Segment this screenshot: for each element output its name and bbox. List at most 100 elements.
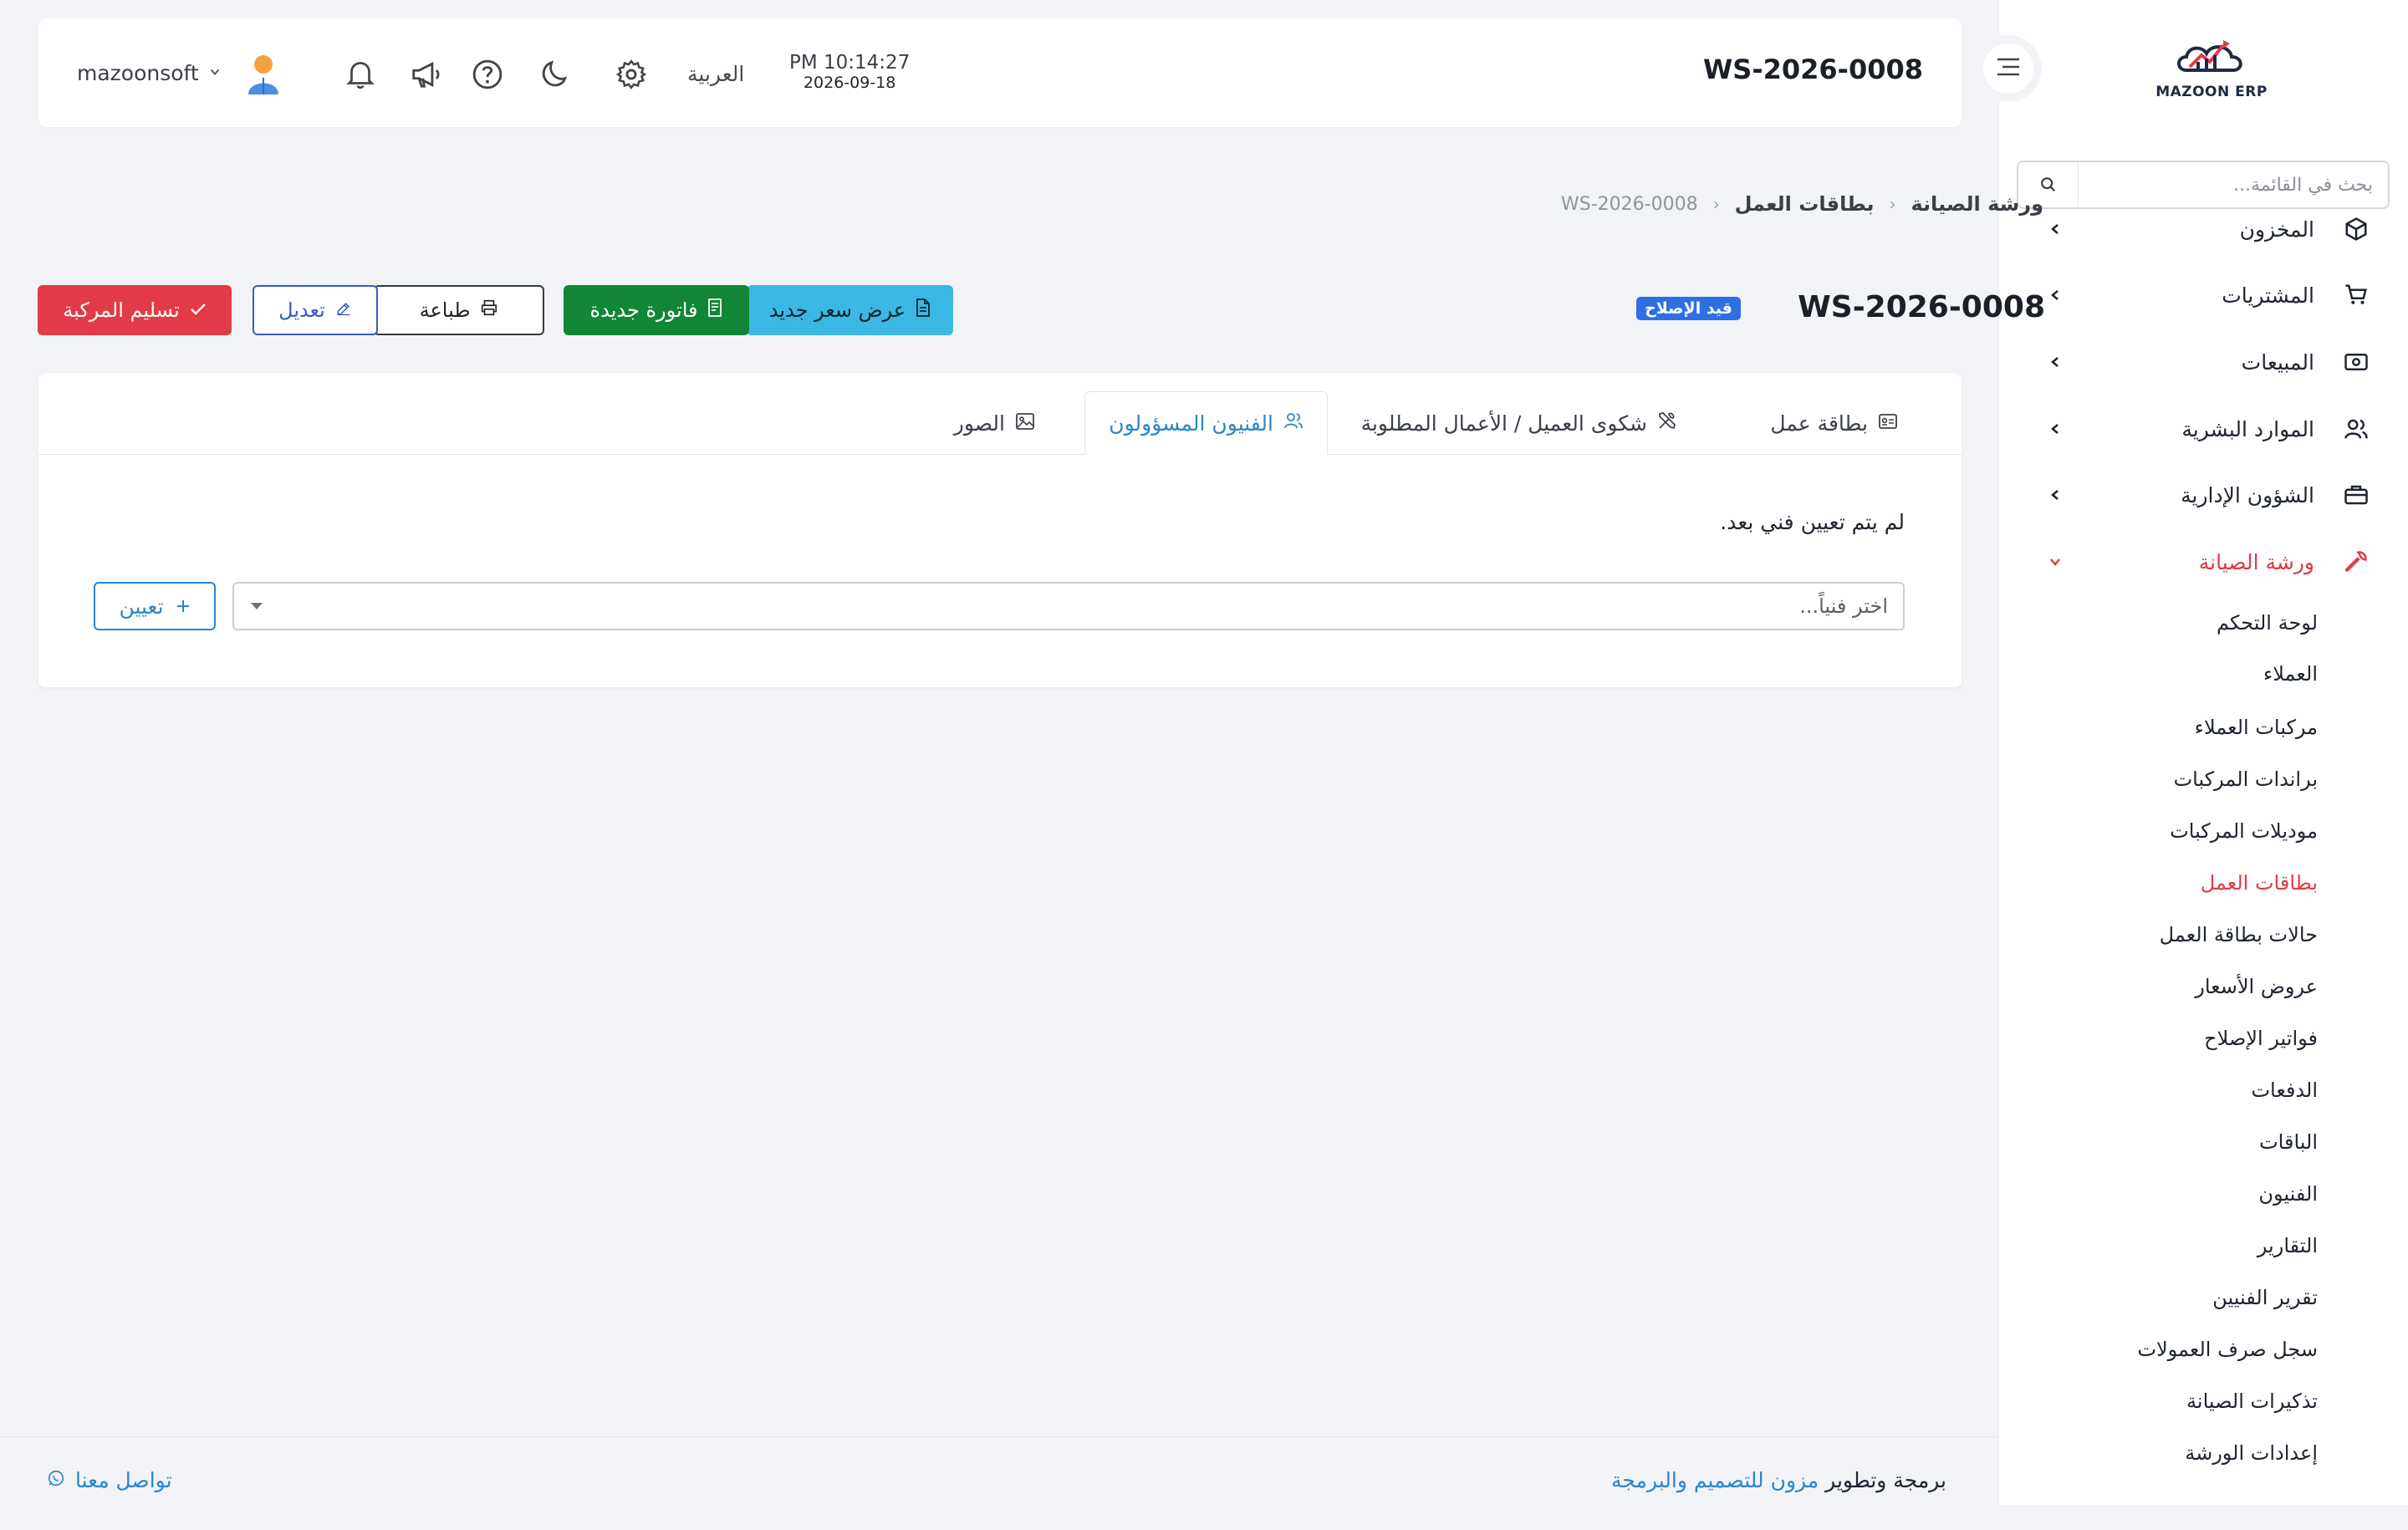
sidebar-item-sales[interactable]: المبيعات — [1998, 337, 2408, 387]
sidebar-item-purchases[interactable]: المشتريات — [1998, 270, 2408, 320]
sidebar-subitem-customer-vehicles[interactable]: مركبات العملاء — [2195, 711, 2318, 744]
sidebar-subitem-vehicle-brands[interactable]: براندات المركبات — [2174, 762, 2318, 796]
sidebar-subitem-vehicle-models[interactable]: موديلات المركبات — [2170, 814, 2318, 848]
footer-divider — [0, 1436, 1998, 1437]
users-icon — [2341, 414, 2371, 444]
document-icon — [916, 298, 931, 322]
sidebar-item-label: الموارد البشرية — [2181, 416, 2314, 441]
chevron-left-icon: ‹ — [1712, 194, 1720, 214]
sidebar-subitem-quotes[interactable]: عروض الأسعار — [2195, 970, 2318, 1003]
check-icon — [190, 298, 207, 322]
technician-select-placeholder: اختر فنياً... — [1799, 594, 1888, 618]
deliver-vehicle-label: تسليم المركبة — [63, 298, 180, 322]
sidebar-subitem-job-cards[interactable]: بطاقات العمل — [2201, 866, 2318, 900]
footer-credit: برمجة وتطوير مزون للتصميم والبرمجة — [1611, 1468, 1946, 1492]
chevron-left-icon — [2043, 217, 2067, 241]
tab-customer-complaint[interactable]: شكوى العميل / الأعمال المطلوبة — [1338, 391, 1701, 455]
edit-label: تعديل — [278, 298, 325, 322]
sidebar: MAZOON ERP المخزون المشتريات المبيعات — [1998, 0, 2408, 1505]
deliver-vehicle-button[interactable]: تسليم المركبة — [38, 285, 232, 335]
job-card-panel: بطاقة عمل شكوى العميل / الأعمال المطلوبة… — [38, 373, 1962, 687]
sidebar-item-hr[interactable]: الموارد البشرية — [1998, 404, 2408, 454]
user-menu[interactable]: mazoonsoft — [77, 55, 221, 90]
avatar[interactable] — [242, 52, 284, 97]
no-technician-message: لم يتم تعيين فني بعد. — [1720, 510, 1905, 534]
new-invoice-button[interactable]: فاتورة جديدة — [564, 285, 749, 335]
help-icon[interactable] — [468, 55, 507, 94]
chevron-left-icon — [2043, 483, 2067, 507]
footer-credit-prefix: برمجة وتطوير — [1825, 1468, 1946, 1492]
cart-icon — [2341, 280, 2371, 310]
technician-select[interactable]: اختر فنياً... — [232, 582, 1905, 630]
chevron-left-icon: ‹ — [1889, 194, 1896, 214]
chevron-down-icon — [209, 65, 221, 81]
edit-button[interactable]: تعديل — [253, 285, 378, 335]
sidebar-subitem-maintenance-reminders[interactable]: تذكيرات الصيانة — [2186, 1385, 2318, 1418]
clock-date: 2026-09-18 — [803, 74, 896, 92]
sidebar-subitem-commission-log[interactable]: سجل صرف العمولات — [2137, 1333, 2318, 1366]
tab-job-card[interactable]: بطاقة عمل — [1747, 391, 1921, 455]
sidebar-item-label: المبيعات — [2241, 349, 2314, 375]
chevron-left-icon — [2043, 417, 2067, 441]
sidebar-subitem-payments[interactable]: الدفعات — [2251, 1074, 2318, 1107]
sidebar-subitem-workshop-settings[interactable]: إعدادات الورشة — [2185, 1436, 2318, 1470]
tab-technicians[interactable]: الفنيون المسؤولون — [1084, 391, 1328, 455]
announcement-megaphone-icon[interactable] — [406, 55, 445, 94]
sidebar-subitem-customers[interactable]: العملاء — [2263, 657, 2318, 691]
tab-label: الفنيون المسؤولون — [1109, 411, 1273, 436]
clock-time: PM 10:14:27 — [789, 52, 911, 74]
assign-label: تعيين — [119, 594, 164, 619]
header-toolbar: mazoonsoft العربية PM 10:14:27 2026-09-1… — [38, 18, 958, 127]
print-button[interactable]: طباعة — [374, 285, 544, 335]
chevron-left-icon — [2043, 350, 2067, 374]
sidebar-toggle-button[interactable] — [1975, 35, 2042, 102]
top-header: WS-2026-0008 mazoonsoft العربية PM 10:14… — [38, 18, 1962, 127]
contact-us-link[interactable]: تواصل معنا — [47, 1468, 172, 1492]
sidebar-search — [2017, 161, 2390, 209]
sidebar-item-admin[interactable]: الشؤون الإدارية — [1998, 470, 2408, 520]
breadcrumb: ورشة الصيانة ‹ بطاقات العمل ‹ WS-2026-00… — [1561, 192, 2043, 216]
invoice-icon — [707, 298, 722, 322]
new-quote-button[interactable]: عرض سعر جديد — [747, 285, 953, 335]
sidebar-item-label: الشؤون الإدارية — [2181, 482, 2314, 507]
new-invoice-label: فاتورة جديدة — [589, 298, 698, 322]
sidebar-subitem-reports[interactable]: التقارير — [2258, 1229, 2318, 1262]
clock: PM 10:14:27 2026-09-18 — [789, 52, 910, 92]
users-icon — [1283, 411, 1303, 436]
brand-logo[interactable]: MAZOON ERP — [2149, 33, 2274, 117]
sidebar-item-label: المخزون — [2239, 217, 2314, 242]
plus-icon — [176, 594, 191, 619]
assign-technician-button[interactable]: تعيين — [94, 582, 216, 630]
edit-pencil-icon — [335, 298, 352, 322]
breadcrumb-root[interactable]: ورشة الصيانة — [1911, 192, 2043, 216]
tab-label: الصور — [953, 411, 1005, 436]
brand-name: MAZOON ERP — [2155, 84, 2268, 100]
print-label: طباعة — [419, 298, 471, 322]
sidebar-item-workshop[interactable]: ورشة الصيانة — [1998, 537, 2408, 587]
tab-photos[interactable]: الصور — [931, 391, 1059, 455]
whatsapp-icon — [47, 1468, 65, 1492]
footer-credit-link[interactable]: مزون للتصميم والبرمجة — [1611, 1468, 1819, 1492]
sidebar-subitem-technicians-report[interactable]: تقرير الفنيين — [2212, 1281, 2318, 1314]
new-quote-label: عرض سعر جديد — [768, 298, 906, 322]
language-switcher[interactable]: العربية — [687, 57, 744, 90]
settings-gear-icon[interactable] — [612, 55, 650, 94]
dark-mode-moon-icon[interactable] — [535, 55, 574, 94]
status-badge: قيد الإصلاح — [1636, 297, 1741, 320]
card-icon — [1878, 411, 1898, 436]
sidebar-subitem-job-card-statuses[interactable]: حالات بطاقة العمل — [2160, 918, 2318, 951]
tools-icon — [1657, 411, 1677, 436]
briefcase-icon — [2341, 480, 2371, 510]
sidebar-subitem-dashboard[interactable]: لوحة التحكم — [2217, 606, 2318, 640]
tab-bar: بطاقة عمل شكوى العميل / الأعمال المطلوبة… — [38, 391, 1962, 455]
sidebar-subitem-technicians[interactable]: الفنيون — [2258, 1177, 2318, 1211]
image-icon — [1015, 411, 1035, 436]
header-title: WS-2026-0008 — [1702, 54, 1923, 85]
sidebar-search-input[interactable] — [2079, 162, 2388, 207]
notifications-bell-icon[interactable] — [341, 55, 380, 94]
breadcrumb-section[interactable]: بطاقات العمل — [1735, 192, 1875, 216]
sidebar-subitem-packages[interactable]: الباقات — [2259, 1125, 2318, 1159]
sidebar-subitem-repair-invoices[interactable]: فواتير الإصلاح — [2204, 1022, 2318, 1055]
sidebar-item-inventory[interactable]: المخزون — [1998, 204, 2408, 254]
box-icon — [2341, 214, 2371, 244]
